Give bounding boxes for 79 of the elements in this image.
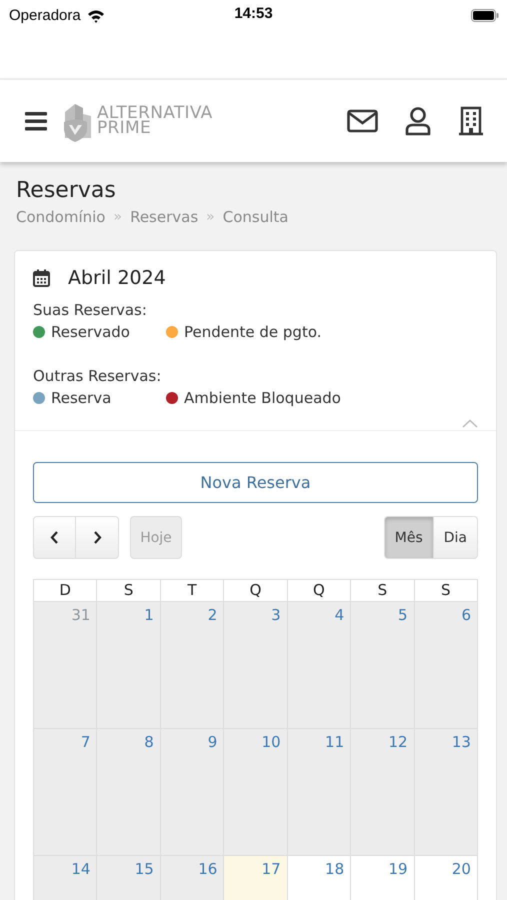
legend-title: Suas Reservas: (33, 301, 148, 319)
day-cell[interactable]: 4 (288, 602, 352, 729)
clock-time: 14:53 (234, 5, 273, 22)
day-cell[interactable]: 7 (34, 729, 98, 856)
day-cell[interactable]: 15 (97, 856, 161, 900)
day-cell[interactable]: 2 (160, 602, 224, 729)
user-icon (405, 106, 431, 136)
weekday-header: Q (224, 579, 288, 602)
day-cell[interactable]: 31 (34, 602, 98, 729)
day-number: 16 (198, 860, 218, 878)
day-cell[interactable]: 17 (224, 856, 288, 900)
breadcrumb-separator: » (114, 209, 122, 225)
chevron-left-icon (50, 531, 59, 544)
day-number: 13 (452, 733, 471, 751)
day-cell[interactable]: 12 (351, 729, 415, 856)
day-number: 4 (334, 606, 344, 624)
day-number: 12 (388, 733, 408, 751)
day-number: 2 (208, 606, 218, 624)
day-number: 3 (271, 606, 281, 624)
day-number: 10 (262, 733, 281, 751)
day-cell[interactable]: 3 (224, 602, 288, 729)
day-cell[interactable]: 16 (160, 856, 224, 900)
weekday-header: Q (288, 579, 352, 602)
user-button[interactable] (405, 106, 431, 136)
day-number: 14 (71, 860, 90, 878)
menu-icon (25, 112, 47, 130)
new-reservation-button[interactable]: Nova Reserva (33, 462, 478, 503)
day-cell[interactable]: 14 (34, 856, 98, 900)
day-cell[interactable]: 18 (288, 856, 352, 900)
day-cell[interactable]: 9 (160, 729, 224, 856)
building-button[interactable] (458, 106, 484, 136)
breadcrumb-separator: » (206, 209, 215, 225)
day-number: 8 (144, 733, 154, 751)
weekday-header: S (351, 579, 415, 602)
view-tab[interactable]: Dia (434, 516, 478, 559)
battery-icon (471, 8, 499, 22)
day-number: 19 (388, 860, 408, 878)
legend-label: Reservado (51, 323, 130, 341)
day-cell[interactable]: 11 (288, 729, 352, 856)
building-icon (458, 106, 484, 136)
breadcrumb-link[interactable]: Condomínio (16, 208, 106, 226)
day-cell[interactable]: 20 (414, 856, 478, 900)
day-number: 17 (262, 860, 281, 878)
day-number: 6 (461, 606, 471, 624)
month-title: Abril 2024 (68, 267, 166, 289)
day-cell[interactable]: 1 (97, 602, 161, 729)
day-number: 11 (325, 733, 344, 751)
legend-label: Ambiente Bloqueado (184, 389, 341, 407)
breadcrumb-link[interactable]: Reservas (130, 208, 198, 226)
chevron-right-icon (92, 531, 102, 544)
logo-text: PRIME (97, 121, 152, 136)
day-number: 9 (208, 733, 218, 751)
weekday-header: T (160, 579, 224, 602)
day-number: 1 (144, 606, 154, 624)
weekday-header: S (414, 579, 478, 602)
day-number: 18 (325, 860, 344, 878)
view-tab[interactable]: Mês (384, 516, 434, 559)
legend-label: Pendente de pgto. (184, 323, 322, 341)
weekday-header: S (97, 579, 161, 602)
day-cell[interactable]: 13 (414, 729, 478, 856)
day-number: 31 (71, 606, 90, 624)
legend-title: Outras Reservas: (33, 367, 162, 385)
calendar-icon (33, 269, 50, 287)
day-number: 5 (398, 606, 408, 624)
day-number: 15 (134, 860, 154, 878)
legend-label: Reserva (51, 389, 112, 407)
logo-text: ALTERNATIVA (97, 106, 213, 121)
day-cell[interactable]: 5 (351, 602, 415, 729)
day-cell[interactable]: 10 (224, 729, 288, 856)
page-title: Reservas (16, 178, 117, 204)
wifi-icon (86, 8, 105, 22)
carrier-name: Operadora (9, 6, 81, 24)
day-cell[interactable]: 8 (97, 729, 161, 856)
day-cell[interactable]: 6 (414, 602, 478, 729)
weekday-header: D (34, 579, 98, 602)
breadcrumb-link[interactable]: Consulta (222, 208, 288, 226)
menu-button[interactable] (25, 112, 47, 130)
day-number: 7 (80, 733, 90, 751)
day-number: 20 (452, 860, 471, 878)
